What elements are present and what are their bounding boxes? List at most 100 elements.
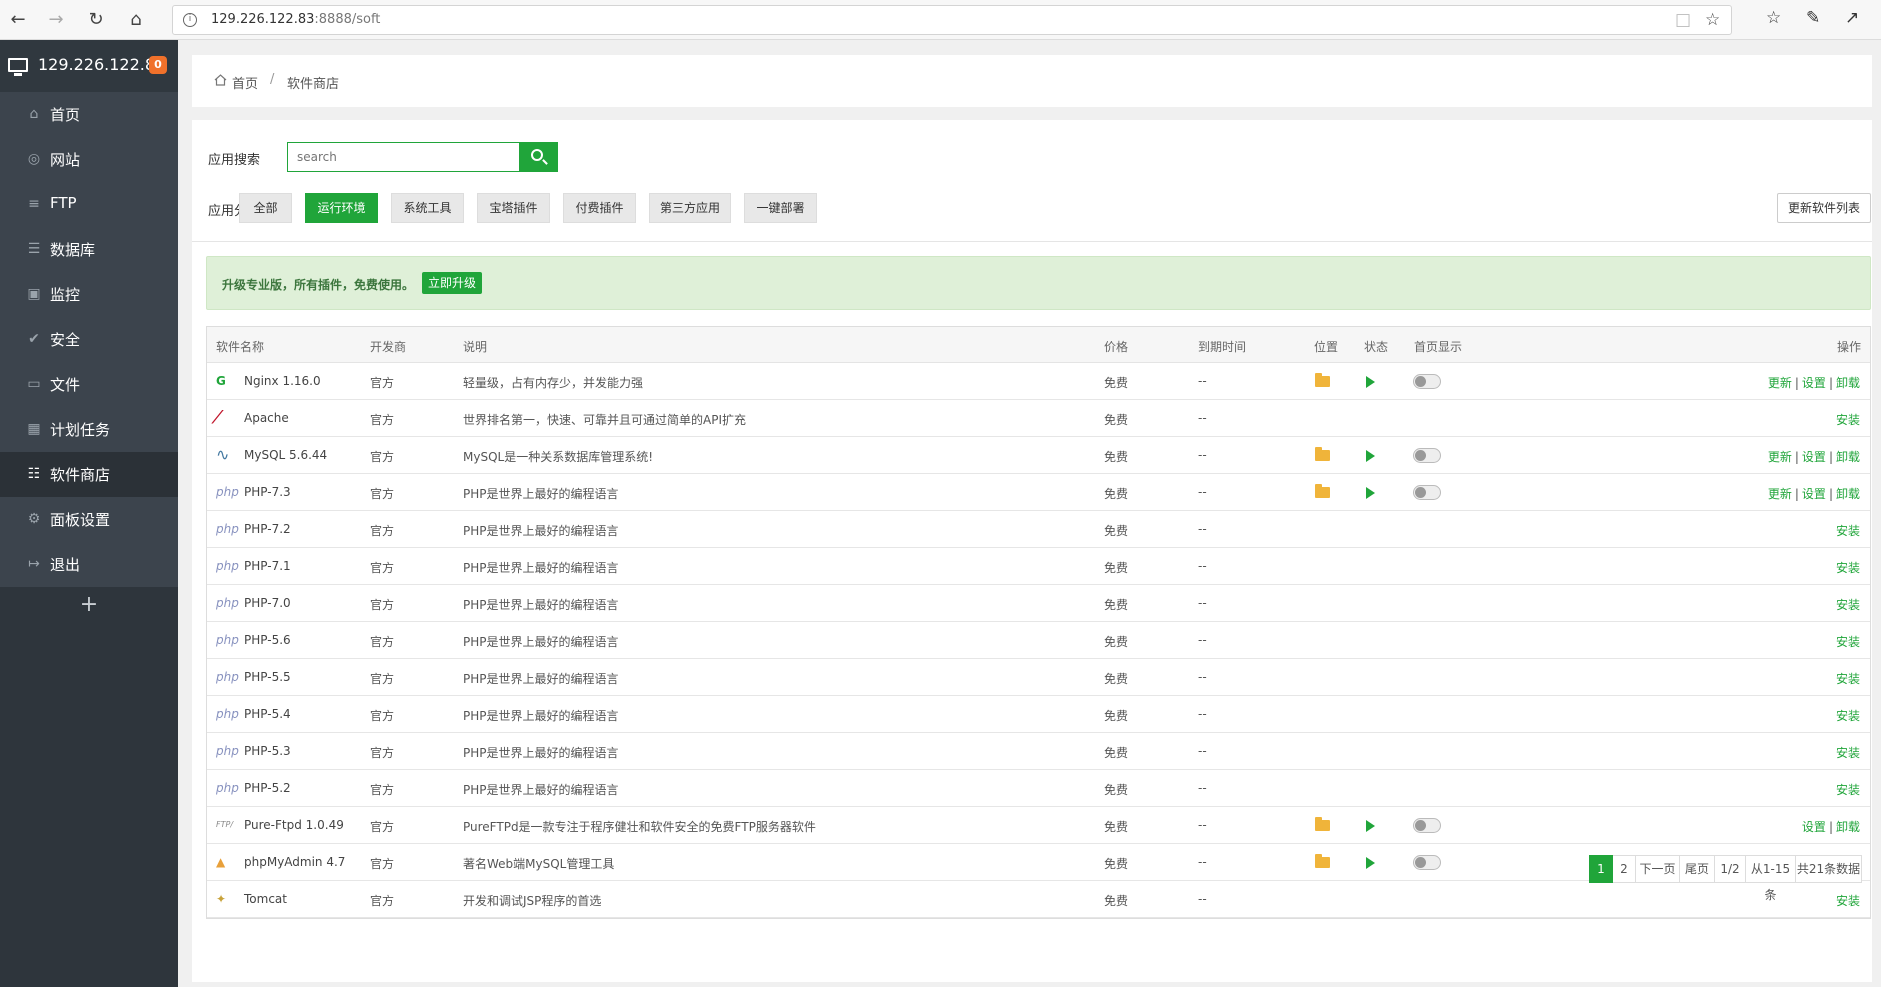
row-actions: 安装 <box>1836 411 1860 428</box>
pager-button[interactable]: 尾页 <box>1680 855 1715 883</box>
sidebar-item[interactable]: ▣ 监控 <box>0 272 178 317</box>
sidebar-item[interactable]: ▭ 文件 <box>0 362 178 407</box>
category-tab[interactable]: 第三方应用 <box>649 193 731 223</box>
server-header: 129.226.122.83 0 <box>0 40 178 92</box>
folder-icon[interactable] <box>1315 817 1330 831</box>
action-link[interactable]: 安装 <box>1836 783 1860 797</box>
cell-price: 免费 <box>1104 413 1129 427</box>
action-link[interactable]: 安装 <box>1836 413 1860 427</box>
homepage-display-toggle[interactable] <box>1413 855 1441 870</box>
action-link[interactable]: 卸载 <box>1836 487 1860 501</box>
cell-developer: 官方 <box>370 487 395 501</box>
action-link[interactable]: 更新 <box>1768 450 1792 464</box>
row-actions: 安装 <box>1836 670 1860 687</box>
action-link[interactable]: 设置 <box>1802 487 1826 501</box>
share-icon[interactable]: ↗ <box>1845 8 1859 28</box>
category-tab[interactable]: 宝塔插件 <box>477 193 550 223</box>
breadcrumb-home[interactable]: 首页 <box>232 73 258 92</box>
sidebar-item[interactable]: ↦ 退出 <box>0 542 178 587</box>
cell-price: 免费 <box>1104 820 1129 834</box>
software-logo-icon: php <box>216 559 239 573</box>
forward-icon[interactable]: → <box>44 8 68 32</box>
homepage-display-toggle[interactable] <box>1413 818 1441 833</box>
favorites-list-icon[interactable]: ☆ <box>1766 8 1781 28</box>
refresh-software-list-button[interactable]: 更新软件列表 <box>1777 193 1871 223</box>
action-link[interactable]: 安装 <box>1836 561 1860 575</box>
sidebar-item[interactable]: ✔ 安全 <box>0 317 178 362</box>
notification-badge[interactable]: 0 <box>149 56 167 74</box>
info-icon[interactable]: i <box>183 13 197 27</box>
software-logo-icon: G <box>216 374 226 388</box>
pager-button[interactable]: 下一页 <box>1636 855 1680 883</box>
category-tab[interactable]: 一键部署 <box>744 193 817 223</box>
homepage-display-toggle[interactable] <box>1413 374 1441 389</box>
reading-view-icon[interactable]: □ <box>1675 10 1691 30</box>
folder-icon[interactable] <box>1315 854 1330 868</box>
folder-icon[interactable] <box>1315 373 1330 387</box>
row-actions: 更新 | 设置 | 卸载 <box>1768 448 1860 465</box>
sidebar-item[interactable]: ◎ 网站 <box>0 137 178 182</box>
row-actions: 更新 | 设置 | 卸载 <box>1768 485 1860 502</box>
category-tab[interactable]: 系统工具 <box>391 193 464 223</box>
action-link[interactable]: 卸载 <box>1836 376 1860 390</box>
cell-developer: 官方 <box>370 857 395 871</box>
action-link[interactable]: 安装 <box>1836 894 1860 908</box>
sidebar-item[interactable]: ≡ FTP <box>0 182 178 227</box>
action-link[interactable]: 设置 <box>1802 376 1826 390</box>
category-tab[interactable]: 全部 <box>239 193 292 223</box>
back-icon[interactable]: ← <box>6 8 30 32</box>
action-link[interactable]: 更新 <box>1768 487 1792 501</box>
folder-icon[interactable] <box>1315 447 1330 461</box>
pager-button[interactable]: 1 <box>1589 855 1613 883</box>
sidebar-item[interactable]: ▦ 计划任务 <box>0 407 178 452</box>
add-icon[interactable]: + <box>0 592 178 617</box>
cell-expire-time: -- <box>1198 818 1207 832</box>
action-link[interactable]: 安装 <box>1836 635 1860 649</box>
software-logo-icon: ▲ <box>216 855 226 869</box>
action-link[interactable]: 安装 <box>1836 598 1860 612</box>
action-link[interactable]: 安装 <box>1836 672 1860 686</box>
running-status-icon <box>1366 857 1375 869</box>
category-tab[interactable]: 付费插件 <box>563 193 636 223</box>
favorite-star-icon[interactable]: ☆ <box>1705 10 1720 30</box>
sidebar-item[interactable]: ☷ 软件商店 <box>0 452 178 497</box>
cell-name: PHP-7.3 <box>244 485 291 499</box>
url-text: 129.226.122.83:8888/soft <box>211 12 381 27</box>
sidebar-item[interactable]: ⚙ 面板设置 <box>0 497 178 542</box>
action-link[interactable]: 安装 <box>1836 709 1860 723</box>
globe-icon: ◎ <box>27 151 41 167</box>
cell-price: 免费 <box>1104 450 1129 464</box>
action-link[interactable]: 卸载 <box>1836 450 1860 464</box>
category-tab[interactable]: 运行环境 <box>305 193 378 223</box>
column-header: 位置 <box>1314 340 1339 354</box>
action-link[interactable]: 设置 <box>1802 450 1826 464</box>
sidebar-item[interactable]: ☰ 数据库 <box>0 227 178 272</box>
folder-icon[interactable] <box>1315 484 1330 498</box>
cell-expire-time: -- <box>1198 596 1207 610</box>
table-row: ✦ Tomcat 官方 开发和调试JSP程序的首选 免费 -- 安装 <box>207 881 1870 918</box>
action-link[interactable]: 安装 <box>1836 746 1860 760</box>
divider <box>192 241 1872 242</box>
software-logo-icon: php <box>216 781 239 795</box>
upgrade-button[interactable]: 立即升级 <box>422 272 483 294</box>
address-bar[interactable]: i 129.226.122.83:8888/soft □ ☆ <box>172 5 1732 35</box>
action-link[interactable]: 卸载 <box>1836 820 1860 834</box>
breadcrumb-current: 软件商店 <box>287 77 340 92</box>
search-button[interactable] <box>519 142 558 172</box>
action-link[interactable]: 更新 <box>1768 376 1792 390</box>
search-input[interactable] <box>287 142 519 172</box>
software-logo-icon: php <box>216 744 239 758</box>
sidebar-item[interactable]: ⌂ 首页 <box>0 92 178 137</box>
home-icon[interactable]: ⌂ <box>124 8 148 32</box>
reload-icon[interactable]: ↻ <box>84 8 108 32</box>
table-row: G Nginx 1.16.0 官方 轻量级，占有内存少，并发能力强 免费 -- 更新 | 设置 |… <box>207 363 1870 400</box>
homepage-display-toggle[interactable] <box>1413 448 1441 463</box>
cell-expire-time: -- <box>1198 892 1207 906</box>
software-logo-icon: php <box>216 522 239 536</box>
pager-button[interactable]: 2 <box>1613 855 1636 883</box>
action-link[interactable]: 设置 <box>1802 820 1826 834</box>
cell-expire-time: -- <box>1198 670 1207 684</box>
homepage-display-toggle[interactable] <box>1413 485 1441 500</box>
action-link[interactable]: 安装 <box>1836 524 1860 538</box>
pen-icon[interactable]: ✎ <box>1806 8 1820 28</box>
